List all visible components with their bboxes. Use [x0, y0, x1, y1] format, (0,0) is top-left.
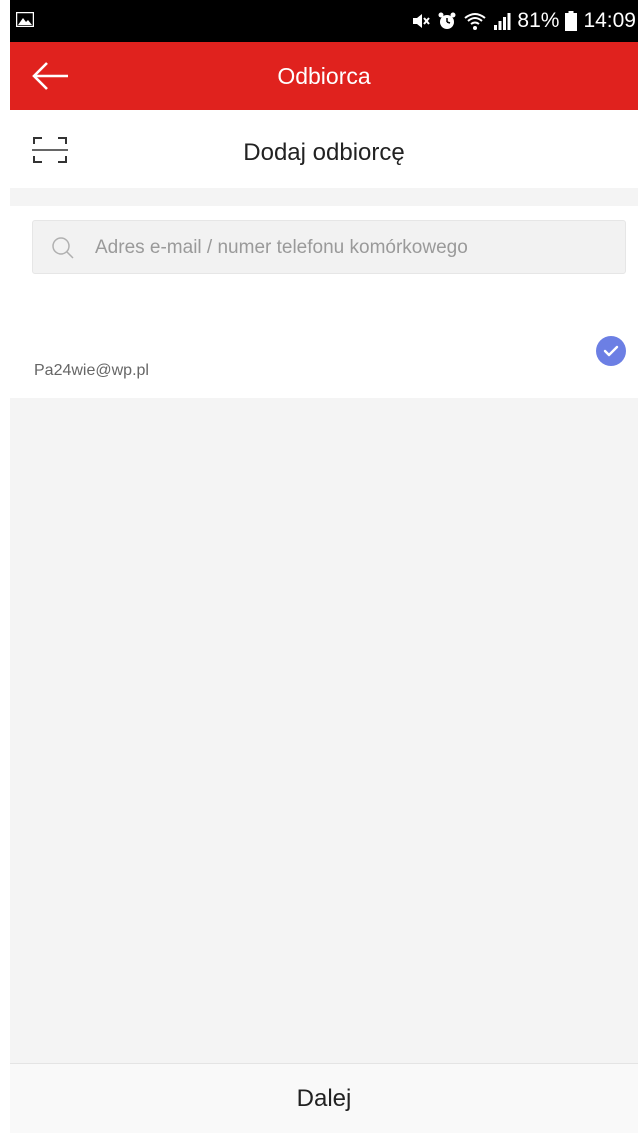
page-title: Odbiorca [277, 63, 371, 89]
battery-icon [565, 11, 578, 31]
clock: 14:09 [583, 9, 636, 32]
checkmark-icon [603, 345, 619, 357]
add-recipient-header: Dodaj odbiorcę [10, 110, 638, 188]
recipient-email: Pa24wie@wp.pl [34, 362, 149, 379]
recipient-list-item[interactable]: Pa24wie@wp.pl [10, 334, 638, 398]
search-input[interactable] [93, 221, 617, 275]
signal-icon [494, 13, 511, 30]
add-recipient-heading: Dodaj odbiorcę [243, 139, 405, 166]
app-bar: Odbiorca [10, 42, 638, 110]
status-icons: 81% 14:09 [411, 0, 636, 42]
search-box [32, 220, 626, 275]
app-screen: 81% 14:09 Odbiorca Dodaj odbiorcę Adres … [10, 0, 638, 1133]
gallery-notification-icon [16, 12, 34, 27]
check-circle-icon[interactable] [596, 336, 626, 366]
alarm-icon [438, 12, 456, 29]
section-divider [10, 188, 638, 206]
mute-icon [413, 14, 431, 28]
next-button[interactable]: Dalej [10, 1064, 638, 1133]
search-icon [52, 237, 74, 259]
status-bar: 81% 14:09 [10, 0, 638, 42]
wifi-icon [464, 13, 487, 30]
recipient-search-section: Pa24wie@wp.pl [10, 206, 638, 398]
battery-percent: 81% [517, 9, 560, 32]
footer-bar: Dalej [10, 1063, 638, 1133]
